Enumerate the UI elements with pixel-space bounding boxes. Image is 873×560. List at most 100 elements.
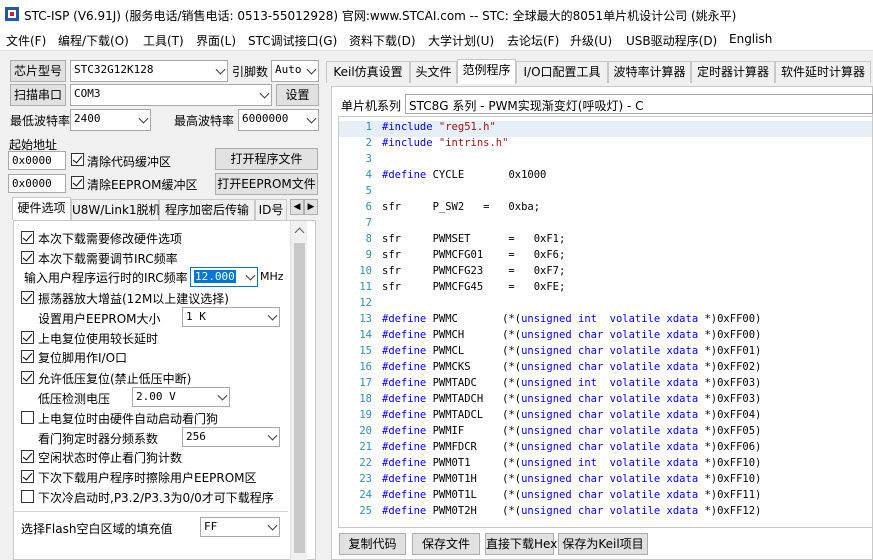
line-number: 8 bbox=[365, 233, 372, 245]
code-line: 21 #define PWMFDCR (*(unsigned char volat… bbox=[339, 441, 872, 457]
menu-forum[interactable]: 去论坛(F) bbox=[507, 32, 559, 49]
options-scrollbar-thumb[interactable] bbox=[294, 243, 305, 553]
code-text: sfr PWMCFG45 = 0xFE; bbox=[382, 281, 566, 293]
code-text: #define PWMC (*(unsigned int volatile xd… bbox=[382, 313, 762, 325]
start-address-input-1[interactable]: 0x0000 bbox=[8, 151, 66, 170]
option-cold-boot-p32-p33-checkbox[interactable] bbox=[21, 490, 34, 503]
menu-usb-driver[interactable]: USB驱动程序(D) bbox=[626, 32, 717, 49]
code-line: 4 #define CYCLE 0x1000 bbox=[339, 169, 872, 185]
save-keil-project-button[interactable]: 保存为Keil项目 bbox=[558, 533, 648, 555]
clear-code-checkbox[interactable] bbox=[71, 153, 84, 166]
mcu-series-value: STC8G 系列 - PWM实现渐变灯(呼吸灯) - C bbox=[409, 99, 644, 113]
open-eeprom-file-button[interactable]: 打开EEPROM文件 bbox=[215, 173, 318, 195]
chevron-down-icon bbox=[245, 270, 256, 281]
copy-code-button[interactable]: 复制代码 bbox=[339, 533, 406, 555]
tab-baud-calculator[interactable]: 波特率计算器 bbox=[608, 61, 691, 83]
irc-unit-label: MHz bbox=[260, 270, 284, 283]
irc-frequency-select[interactable]: 12.000 bbox=[190, 267, 258, 287]
scan-port-button[interactable]: 扫描串口 bbox=[10, 84, 66, 106]
clear-eeprom-checkbox[interactable] bbox=[71, 176, 84, 189]
code-text: #define PWM0T1L (*(unsigned char volatil… bbox=[382, 489, 762, 501]
code-line: 14 #define PWMCH (*(unsigned char volatil… bbox=[339, 329, 872, 345]
option-oscillator-gain-checkbox[interactable] bbox=[21, 291, 34, 304]
scroll-up-icon[interactable] bbox=[294, 227, 305, 238]
menu-file[interactable]: 文件(F) bbox=[6, 32, 46, 49]
chevron-down-icon bbox=[267, 430, 278, 441]
flash-fill-select[interactable]: FF bbox=[200, 517, 280, 537]
flash-fill-label: 选择Flash空白区域的填充值 bbox=[21, 522, 173, 536]
menu-debug[interactable]: STC调试接口(G) bbox=[248, 32, 337, 49]
download-hex-button[interactable]: 直接下载Hex bbox=[485, 533, 557, 555]
code-editor[interactable]: 1 #include "reg51.h" 2 #include "intrins.h"… bbox=[338, 116, 873, 528]
line-number: 24 bbox=[359, 489, 372, 501]
serial-port-select[interactable]: COM3 bbox=[70, 84, 272, 106]
menu-interface[interactable]: 界面(L) bbox=[196, 32, 236, 49]
code-text: sfr P_SW2 = 0xba; bbox=[382, 201, 541, 213]
tab-delay-calculator[interactable]: 软件延时计算器 bbox=[775, 61, 871, 83]
line-number: 10 bbox=[359, 265, 372, 277]
option-adjust-irc-checkbox[interactable] bbox=[21, 251, 34, 264]
pin-count-label: 引脚数 bbox=[232, 65, 269, 79]
option-modify-hardware-label: 本次下载需要修改硬件选项 bbox=[38, 232, 183, 246]
settings-button[interactable]: 设置 bbox=[276, 84, 319, 106]
open-program-file-button[interactable]: 打开程序文件 bbox=[215, 148, 318, 170]
max-baud-select[interactable]: 6000000 bbox=[238, 109, 319, 131]
code-line: 3 bbox=[339, 153, 872, 169]
tab-timer-calculator[interactable]: 定时器计算器 bbox=[691, 61, 775, 83]
code-text: #define PWMCL (*(unsigned char volatile … bbox=[382, 345, 762, 357]
tab-io-config-tool[interactable]: I/O口配置工具 bbox=[516, 61, 608, 83]
mcu-series-select[interactable]: STC8G 系列 - PWM实现渐变灯(呼吸灯) - C bbox=[405, 94, 873, 114]
pin-count-select[interactable]: Auto bbox=[271, 60, 319, 82]
option-low-voltage-reset-checkbox[interactable] bbox=[21, 371, 34, 384]
tab-id-number[interactable]: ID号 bbox=[255, 199, 287, 220]
menu-docs[interactable]: 资料下载(D) bbox=[349, 32, 416, 49]
code-line: 18 #define PWMTADCH (*(unsigned char vola… bbox=[339, 393, 872, 409]
code-line: 9 sfr PWMCFG01 = 0xF6; bbox=[339, 249, 872, 265]
line-number: 4 bbox=[365, 169, 372, 181]
line-number: 6 bbox=[365, 201, 372, 213]
code-line: 20 #define PWMIF (*(unsigned char volatil… bbox=[339, 425, 872, 441]
tab-header-file[interactable]: 头文件 bbox=[410, 61, 457, 83]
tab-scroll-right-button[interactable]: ▶ bbox=[304, 199, 318, 215]
code-text: #define PWM0T1 (*(unsigned int volatile … bbox=[382, 457, 762, 469]
option-long-reset-delay-checkbox[interactable] bbox=[21, 331, 34, 344]
watchdog-divider-select[interactable]: 256 bbox=[182, 427, 280, 447]
save-file-button[interactable]: 保存文件 bbox=[412, 533, 480, 555]
min-baud-select[interactable]: 2400 bbox=[70, 109, 151, 131]
max-baud-label: 最高波特率 bbox=[174, 114, 235, 128]
option-modify-hardware-checkbox[interactable] bbox=[21, 231, 34, 244]
menu-program[interactable]: 编程/下载(O) bbox=[58, 32, 129, 49]
code-line: 10 sfr PWMCFG23 = 0xF7; bbox=[339, 265, 872, 281]
lvd-voltage-label: 低压检测电压 bbox=[38, 392, 111, 406]
menu-bar: 文件(F) 编程/下载(O) 工具(T) 界面(L) STC调试接口(G) 资料… bbox=[0, 29, 873, 51]
option-erase-eeprom-checkbox[interactable] bbox=[21, 470, 34, 483]
line-number: 17 bbox=[359, 377, 372, 389]
tab-u8w-offline[interactable]: U8W/Link1脱机 bbox=[71, 199, 161, 220]
menu-tools[interactable]: 工具(T) bbox=[143, 32, 184, 49]
tab-hardware-options[interactable]: 硬件选项 bbox=[12, 197, 71, 220]
options-divider bbox=[14, 511, 288, 512]
code-line: 7 bbox=[339, 217, 872, 233]
menu-university[interactable]: 大学计划(U) bbox=[428, 32, 494, 49]
options-scrollbar[interactable] bbox=[290, 221, 307, 560]
line-number: 3 bbox=[365, 153, 372, 165]
code-text: #include "reg51.h" bbox=[382, 121, 496, 133]
start-address-input-2[interactable]: 0x0000 bbox=[8, 174, 66, 193]
option-auto-watchdog-checkbox[interactable] bbox=[21, 411, 34, 424]
tab-keil-simulation[interactable]: Keil仿真设置 bbox=[326, 61, 410, 83]
lvd-voltage-select[interactable]: 2.00 V bbox=[132, 387, 230, 407]
eeprom-size-select[interactable]: 1 K bbox=[182, 307, 280, 327]
code-line: 12 bbox=[339, 297, 872, 313]
option-reset-pin-io-checkbox[interactable] bbox=[21, 350, 34, 363]
menu-english[interactable]: English bbox=[729, 32, 772, 46]
min-baud-value: 2400 bbox=[74, 112, 101, 125]
title-bar: STC-ISP (V6.91J) (服务电话/销售电话: 0513-550129… bbox=[0, 0, 873, 29]
tab-encrypt-transfer[interactable]: 程序加密后传输 bbox=[159, 199, 255, 220]
option-idle-stop-watchdog-checkbox[interactable] bbox=[21, 450, 34, 463]
chip-model-select[interactable]: STC32G12K128 bbox=[70, 60, 228, 82]
tab-sample-programs[interactable]: 范例程序 bbox=[457, 59, 516, 84]
tab-scroll-left-button[interactable]: ◀ bbox=[290, 199, 304, 215]
code-text: #define PWMTADC (*(unsigned int volatile… bbox=[382, 377, 762, 389]
menu-upgrade[interactable]: 升级(U) bbox=[570, 32, 612, 49]
code-text: #define PWMCH (*(unsigned char volatile … bbox=[382, 329, 762, 341]
